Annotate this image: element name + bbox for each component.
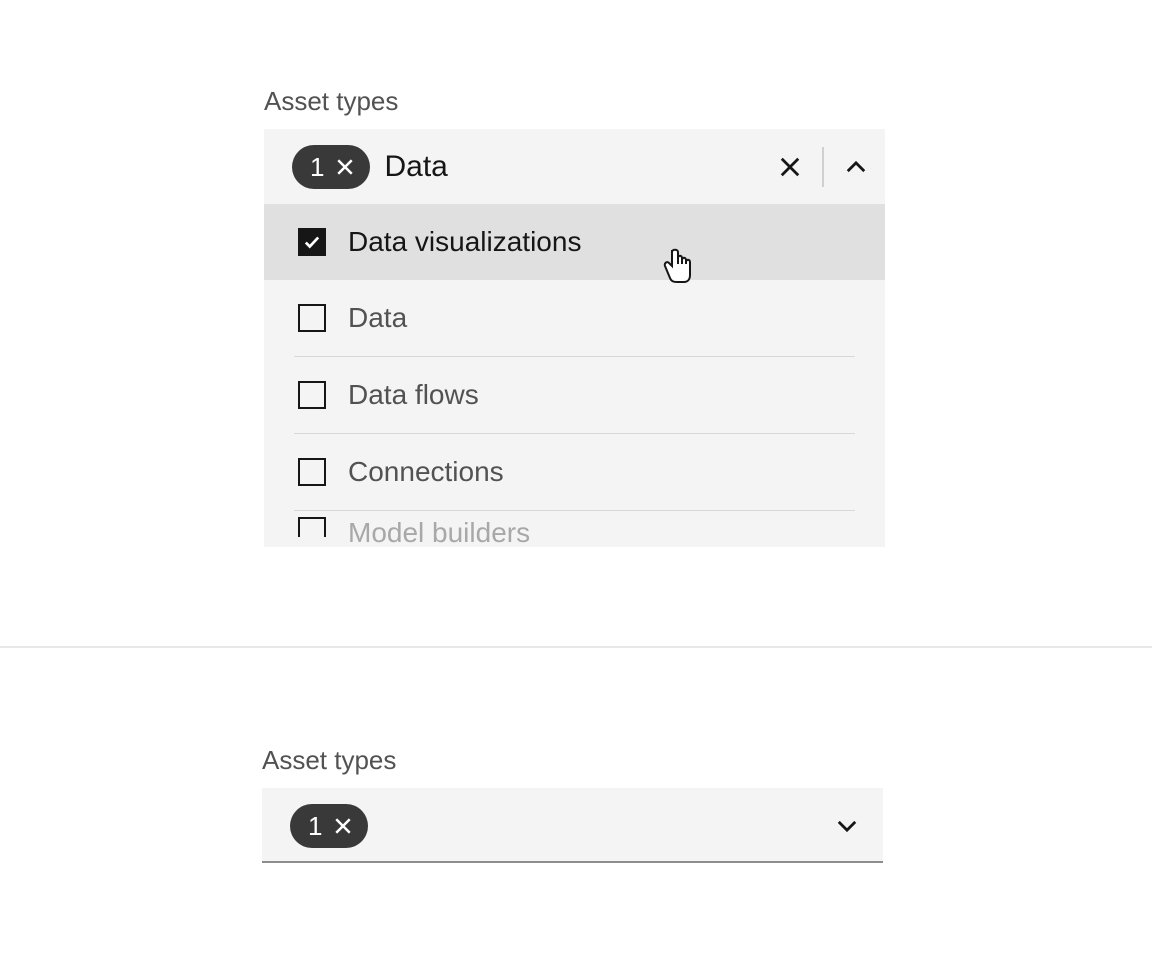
option-data[interactable]: Data [264,280,885,356]
checkbox-unchecked[interactable] [298,381,326,409]
selected-count-tag[interactable]: 1 [292,145,370,189]
option-label: Data flows [348,379,479,411]
chevron-down-icon[interactable] [827,806,867,846]
checkbox-unchecked[interactable] [298,304,326,332]
option-label: Model builders [348,517,530,547]
options-list: Data visualizations Data Data flows Conn… [264,204,885,547]
checkbox-unchecked[interactable] [298,458,326,486]
option-label: Data [348,302,407,334]
field-label: Asset types [264,86,885,117]
option-data-flows[interactable]: Data flows [264,357,885,433]
field-label: Asset types [262,745,883,776]
clear-input-button[interactable] [770,147,810,187]
horizontal-rule [0,646,1152,648]
selected-count: 1 [310,154,324,180]
selected-count-tag[interactable]: 1 [290,804,368,848]
option-label: Connections [348,456,504,488]
checkbox-unchecked[interactable] [298,517,326,537]
multiselect-combobox-open[interactable]: 1 [264,129,885,204]
close-icon[interactable] [334,156,356,178]
selected-count: 1 [308,813,322,839]
close-icon[interactable] [332,815,354,837]
option-model-builders[interactable]: Model builders [264,511,885,547]
option-data-visualizations[interactable]: Data visualizations [264,204,885,280]
filter-input[interactable] [384,142,770,192]
option-connections[interactable]: Connections [264,434,885,510]
option-label: Data visualizations [348,226,581,258]
divider [822,147,824,187]
multiselect-combobox-closed[interactable]: 1 [262,788,883,863]
chevron-up-icon[interactable] [836,147,876,187]
checkbox-checked[interactable] [298,228,326,256]
